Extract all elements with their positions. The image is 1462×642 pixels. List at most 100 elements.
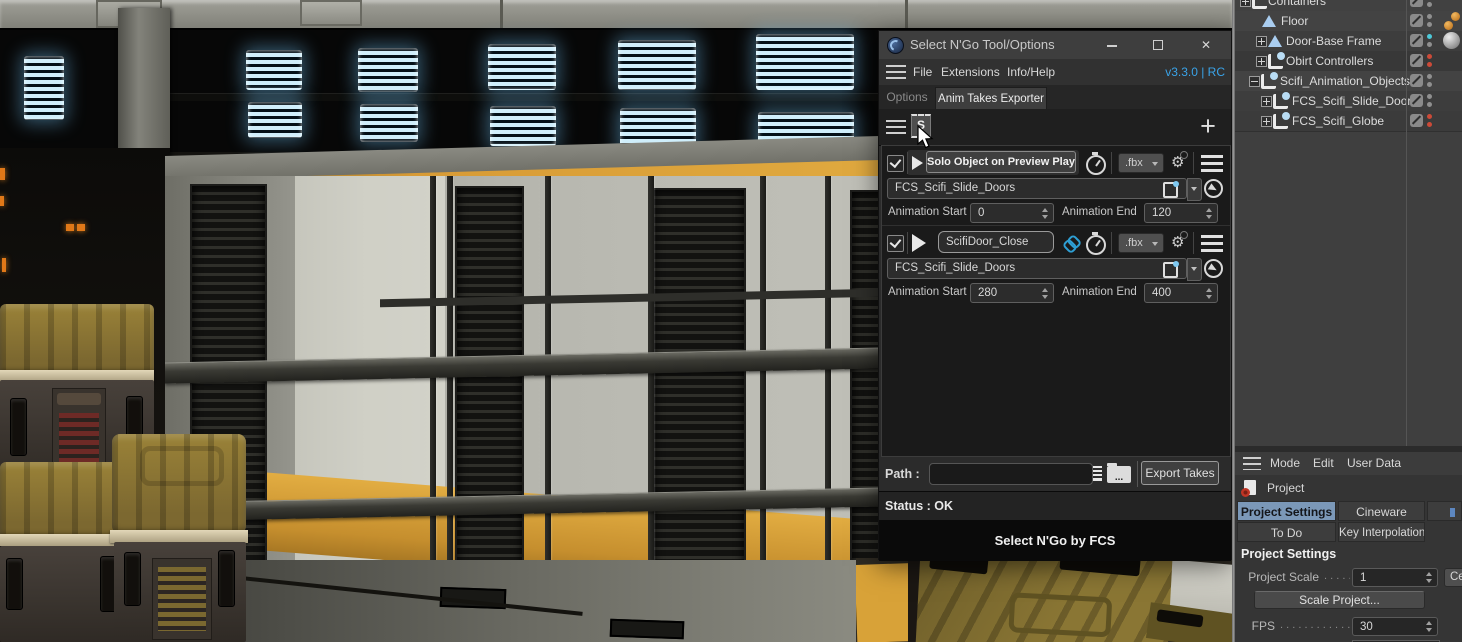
play-icon[interactable] — [912, 156, 923, 170]
visibility-dot[interactable] — [1427, 34, 1432, 39]
render-dot[interactable] — [1427, 122, 1432, 127]
tab-anim-takes-exporter[interactable]: Anim Takes Exporter — [935, 87, 1047, 110]
object-row-scifi-animation-objects[interactable]: Scifi_Animation_Objects — [1235, 71, 1462, 92]
menu-hamburger-icon[interactable] — [886, 65, 906, 79]
toolbar-hamburger-icon[interactable] — [886, 120, 906, 134]
menu-file[interactable]: File — [913, 59, 932, 85]
animation-end-field[interactable]: 400 — [1144, 283, 1218, 303]
object-row-fcs-scifi-globe[interactable]: FCS_Scifi_Globe — [1235, 111, 1462, 132]
maximize-button[interactable] — [1143, 31, 1173, 59]
object-row-floor[interactable]: Floor — [1235, 11, 1462, 32]
crate-body — [114, 542, 246, 642]
render-dot[interactable] — [1427, 2, 1432, 7]
expand-icon[interactable] — [1261, 96, 1272, 107]
animation-start-field[interactable]: 280 — [970, 283, 1054, 303]
object-dropdown-icon[interactable] — [1187, 258, 1202, 281]
object-row-obirt-controllers[interactable]: Obirt Controllers — [1235, 51, 1462, 72]
scale-project-button[interactable]: Scale Project... — [1254, 591, 1425, 609]
expand-icon[interactable] — [1256, 36, 1267, 47]
menu-extensions[interactable]: Extensions — [941, 59, 1000, 85]
layer-toggle[interactable] — [1410, 74, 1423, 87]
render-dot[interactable] — [1427, 22, 1432, 27]
render-dot[interactable] — [1427, 102, 1432, 107]
expand-icon[interactable] — [1240, 0, 1251, 7]
wall-frame-bar — [447, 176, 453, 596]
visibility-dot[interactable] — [1427, 54, 1432, 59]
object-dropdown-icon[interactable] — [1187, 178, 1202, 201]
tab-cineware[interactable]: Cineware — [1338, 501, 1425, 521]
visibility-dot[interactable] — [1427, 114, 1432, 119]
take-row[interactable]: ScifiDoor_Close .fbx ⚙ FCS_Scifi_Slide_D… — [882, 228, 1230, 304]
am-menu-mode[interactable]: Mode — [1270, 452, 1300, 475]
object-row-door-base-frame[interactable]: Door-Base Frame — [1235, 31, 1462, 52]
fps-field[interactable]: 30 — [1352, 617, 1438, 636]
wall-indicator-light — [0, 168, 5, 180]
animation-start-field[interactable]: 0 — [970, 203, 1054, 223]
am-menu-edit[interactable]: Edit — [1313, 452, 1334, 475]
menu-infohelp[interactable]: Info/Help — [1007, 59, 1055, 85]
object-picker-icon[interactable] — [1204, 259, 1223, 278]
take-name-button[interactable]: Solo Object on Preview Play — [926, 151, 1076, 173]
collapse-icon[interactable] — [1249, 76, 1260, 87]
minimize-button[interactable] — [1097, 31, 1127, 59]
stopwatch-icon[interactable] — [1086, 232, 1106, 255]
visibility-dot[interactable] — [1427, 74, 1432, 79]
expand-icon[interactable] — [1256, 56, 1267, 67]
take-enabled-checkbox[interactable] — [887, 155, 904, 172]
render-dot[interactable] — [1427, 42, 1432, 47]
gear-icon[interactable]: ⚙ — [1171, 151, 1190, 170]
metal-sphere-texture-icon[interactable] — [1443, 32, 1460, 49]
tab-partial[interactable] — [1427, 501, 1462, 521]
status-bar: Status : OK — [879, 491, 1231, 521]
take-row[interactable]: Solo Object on Preview Play .fbx ⚙ FCS_S… — [882, 148, 1230, 224]
ceiling-seam — [500, 0, 503, 30]
play-icon[interactable] — [912, 234, 926, 252]
render-dot[interactable] — [1427, 62, 1432, 67]
am-menu-userdata[interactable]: User Data — [1347, 452, 1401, 475]
path-input[interactable] — [929, 463, 1093, 485]
take-name-field[interactable]: ScifiDoor_Close — [938, 231, 1054, 253]
am-hamburger-icon[interactable] — [1243, 457, 1261, 470]
take-menu-icon[interactable] — [1201, 155, 1223, 172]
layer-toggle[interactable] — [1410, 114, 1423, 127]
format-dropdown[interactable]: .fbx — [1118, 233, 1164, 253]
add-take-button[interactable]: + — [1195, 109, 1221, 145]
layer-toggle[interactable] — [1410, 34, 1423, 47]
layer-toggle[interactable] — [1410, 14, 1423, 27]
take-enabled-checkbox[interactable] — [887, 235, 904, 252]
export-takes-button[interactable]: Export Takes — [1141, 461, 1219, 485]
tab-project-settings[interactable]: Project Settings — [1237, 501, 1336, 521]
path-options-icon[interactable] — [1093, 466, 1102, 481]
panel-splitter[interactable] — [1232, 0, 1235, 642]
visibility-dot[interactable] — [1427, 94, 1432, 99]
format-dropdown[interactable]: .fbx — [1118, 153, 1164, 173]
project-scale-field[interactable]: 1 — [1352, 568, 1438, 587]
tab-key-interpolation[interactable]: Key Interpolation — [1338, 522, 1425, 542]
target-object-field[interactable]: FCS_Scifi_Slide_Doors — [887, 178, 1187, 199]
dialog-titlebar[interactable]: Select N'Go Tool/Options ✕ — [879, 31, 1231, 60]
wall-panels — [165, 176, 880, 596]
project-scale-label: Project Scale — [1248, 570, 1319, 584]
object-row-fcs-scifi-slide-doors[interactable]: FCS_Scifi_Slide_Doors — [1235, 91, 1462, 112]
render-dot[interactable] — [1427, 82, 1432, 87]
layer-toggle[interactable] — [1410, 94, 1423, 107]
link-icon[interactable] — [1058, 230, 1083, 255]
orange-spheres-texture-icon[interactable] — [1444, 12, 1460, 30]
object-picker-icon[interactable] — [1204, 179, 1223, 198]
gear-icon[interactable]: ⚙ — [1171, 231, 1190, 250]
unit-dropdown[interactable]: Ce — [1444, 568, 1462, 587]
layer-toggle[interactable] — [1410, 0, 1423, 7]
wall-hazard-patch — [856, 563, 916, 642]
target-object-field[interactable]: FCS_Scifi_Slide_Doors — [887, 258, 1187, 279]
dialog-menubar: File Extensions Info/Help v3.3.0 | RC — [879, 59, 1231, 85]
stopwatch-icon[interactable] — [1086, 152, 1106, 175]
tab-todo[interactable]: To Do — [1237, 522, 1336, 542]
expand-icon[interactable] — [1261, 116, 1272, 127]
close-button[interactable]: ✕ — [1191, 31, 1221, 59]
tab-options[interactable]: Options — [883, 85, 931, 109]
browse-folder-button[interactable] — [1107, 463, 1131, 483]
take-menu-icon[interactable] — [1201, 235, 1223, 252]
visibility-dot[interactable] — [1427, 14, 1432, 19]
animation-end-field[interactable]: 120 — [1144, 203, 1218, 223]
layer-toggle[interactable] — [1410, 54, 1423, 67]
